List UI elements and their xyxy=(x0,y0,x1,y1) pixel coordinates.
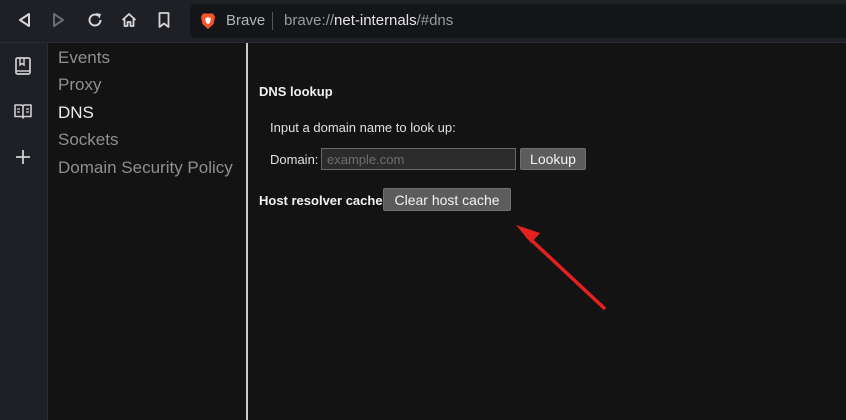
address-bar[interactable]: Brave brave://net-internals/#dns xyxy=(190,4,846,38)
lookup-prompt: Input a domain name to look up: xyxy=(270,120,456,135)
bookmarks-panel-icon[interactable] xyxy=(10,53,36,79)
brave-lion-icon[interactable] xyxy=(200,12,216,35)
url-host: net-internals xyxy=(334,12,417,29)
category-sockets[interactable]: Sockets xyxy=(58,130,118,150)
domain-label: Domain: xyxy=(270,152,319,167)
brave-label: Brave xyxy=(226,12,266,29)
url-text[interactable]: brave://net-internals/#dns xyxy=(284,12,453,29)
clear-host-cache-button[interactable]: Clear host cache xyxy=(383,188,511,211)
browser-toolbar: Brave brave://net-internals/#dns xyxy=(0,0,846,43)
category-list: Events Proxy DNS Sockets Domain Security… xyxy=(48,43,246,420)
host-resolver-cache-title: Host resolver cache xyxy=(259,193,383,208)
sidebar-rail xyxy=(0,43,48,420)
reload-icon[interactable] xyxy=(82,7,108,33)
category-events[interactable]: Events xyxy=(58,48,110,68)
address-divider xyxy=(272,12,273,30)
url-path: /#dns xyxy=(416,12,454,29)
domain-input[interactable] xyxy=(321,148,516,170)
reading-list-icon[interactable] xyxy=(10,98,36,124)
add-icon[interactable] xyxy=(10,144,36,170)
dns-lookup-title: DNS lookup xyxy=(259,84,333,99)
dns-panel: DNS lookup Input a domain name to look u… xyxy=(248,43,846,420)
back-icon[interactable] xyxy=(11,7,37,33)
category-dns[interactable]: DNS xyxy=(58,103,94,123)
home-icon[interactable] xyxy=(116,7,142,33)
forward-icon[interactable] xyxy=(46,7,72,33)
url-scheme: brave:// xyxy=(284,12,335,29)
lookup-button[interactable]: Lookup xyxy=(520,148,586,170)
bookmark-icon[interactable] xyxy=(151,7,177,33)
category-proxy[interactable]: Proxy xyxy=(58,75,101,95)
category-domain-security-policy[interactable]: Domain Security Policy xyxy=(58,158,233,178)
